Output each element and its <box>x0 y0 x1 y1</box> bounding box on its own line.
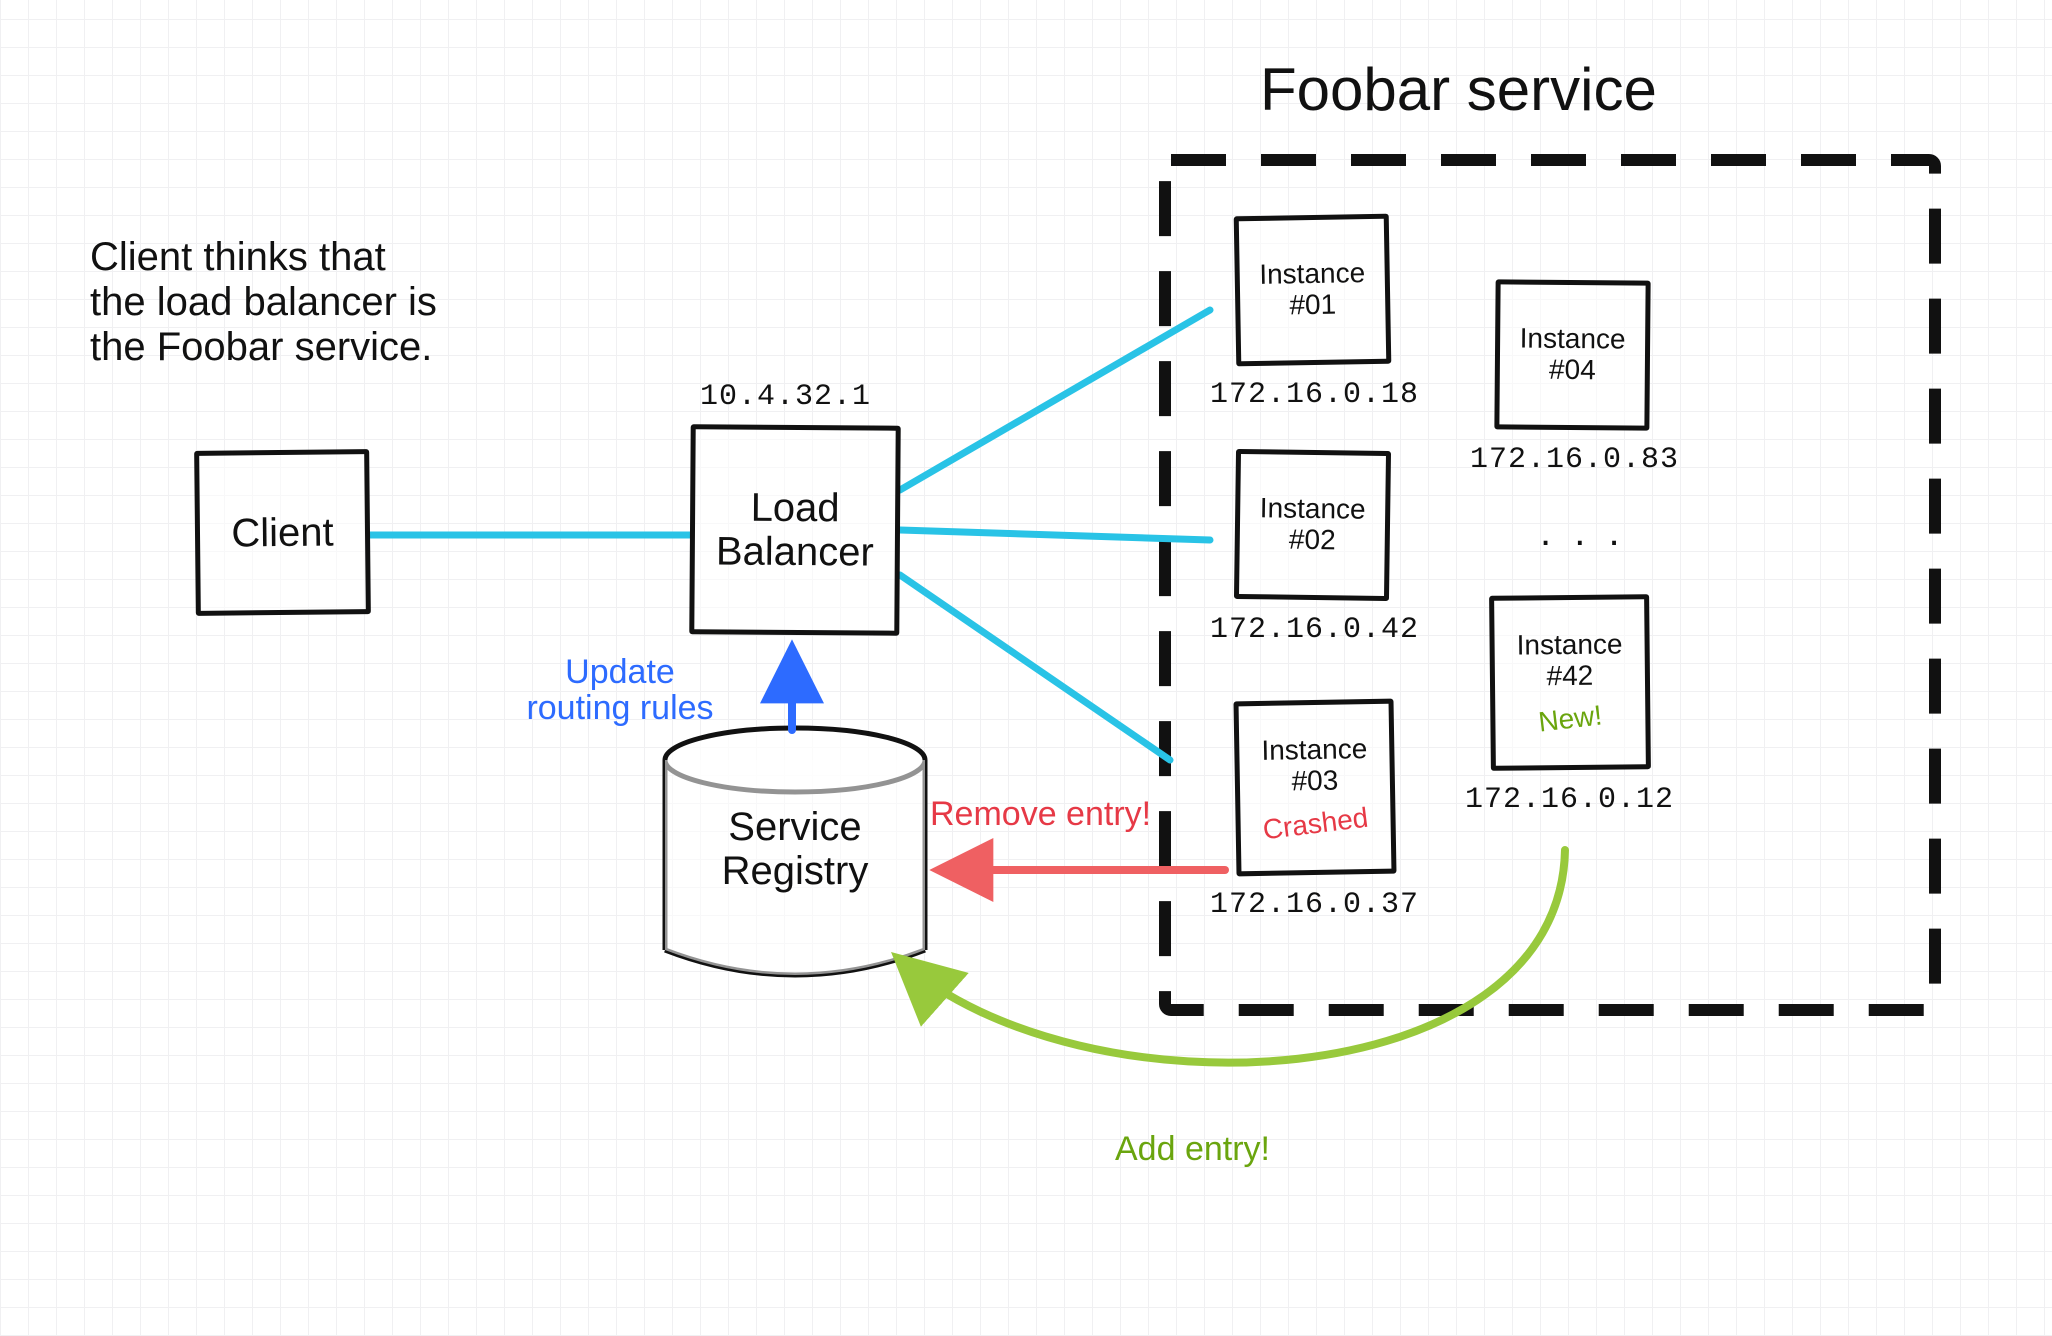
instance-02-name1: Instance <box>1260 493 1366 525</box>
instance-42-ip: 172.16.0.12 <box>1465 783 1674 817</box>
registry-label-1: Service <box>728 805 861 849</box>
lb-ip: 10.4.32.1 <box>700 380 871 414</box>
instance-42-name2: #42 <box>1546 661 1593 692</box>
instance-02-box: Instance #02 <box>1234 449 1391 601</box>
instance-04-name2: #04 <box>1549 355 1596 386</box>
service-registry-label: Service Registry <box>700 805 890 893</box>
instance-01-ip: 172.16.0.18 <box>1210 378 1419 412</box>
remove-entry-label: Remove entry! <box>930 795 1151 834</box>
instance-03-status: Crashed <box>1261 803 1370 846</box>
instance-02-ip: 172.16.0.42 <box>1210 613 1419 647</box>
update-routing-label: Update routing rules <box>495 655 745 726</box>
service-title: Foobar service <box>1260 55 1657 124</box>
instance-03-name1: Instance <box>1261 734 1367 767</box>
client-label: Client <box>231 510 334 555</box>
instance-03-box: Instance #03 Crashed <box>1233 699 1396 877</box>
caption-line2: the load balancer is <box>90 280 650 325</box>
instance-04-ip: 172.16.0.83 <box>1470 443 1679 477</box>
instances-ellipsis: . . . <box>1540 510 1626 555</box>
caption-line3: the Foobar service. <box>90 325 650 370</box>
instance-01-box: Instance #01 <box>1234 214 1392 367</box>
load-balancer-box: Load Balancer <box>689 424 900 635</box>
instance-01-name1: Instance <box>1259 258 1365 291</box>
arrow-add-entry <box>900 850 1565 1063</box>
instance-03-name2: #03 <box>1291 766 1338 798</box>
client-box: Client <box>194 449 371 616</box>
edge-lb-inst01 <box>900 310 1210 490</box>
update-routing-1: Update <box>495 655 745 691</box>
add-entry-label: Add entry! <box>1115 1130 1270 1169</box>
instance-42-status: New! <box>1537 700 1604 738</box>
instance-42-name1: Instance <box>1517 630 1623 662</box>
instance-04-box: Instance #04 <box>1494 279 1650 430</box>
edge-lb-inst02 <box>900 530 1210 540</box>
edge-lb-inst03 <box>900 575 1170 760</box>
instance-04-name1: Instance <box>1520 324 1626 356</box>
lb-label-2: Balancer <box>716 529 874 574</box>
instance-01-name2: #01 <box>1289 290 1336 322</box>
update-routing-2: routing rules <box>495 691 745 727</box>
instance-03-ip: 172.16.0.37 <box>1210 888 1419 922</box>
lb-label-1: Load <box>751 486 840 531</box>
registry-label-2: Registry <box>722 849 869 893</box>
instance-42-box: Instance #42 New! <box>1489 594 1651 771</box>
caption: Client thinks that the load balancer is … <box>90 235 650 370</box>
instance-02-name2: #02 <box>1289 525 1336 556</box>
caption-line1: Client thinks that <box>90 235 650 280</box>
connectors-layer <box>0 0 2052 1336</box>
